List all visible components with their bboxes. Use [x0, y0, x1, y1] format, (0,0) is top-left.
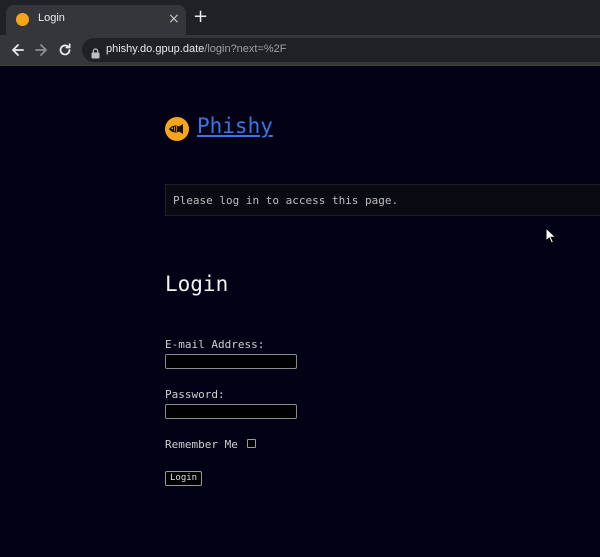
browser-toolbar: phishy.do.gpup.date/login?next=%2F [0, 35, 600, 65]
back-arrow-icon[interactable] [8, 40, 28, 60]
tab-strip: Login × + [0, 0, 600, 35]
mouse-cursor-icon [545, 227, 557, 244]
page-body: Phishy Please log in to access this page… [0, 66, 600, 557]
tab-title: Login [38, 12, 65, 24]
browser-tab[interactable]: Login × [6, 5, 186, 35]
page-title: Login [165, 272, 229, 296]
email-field[interactable] [165, 354, 297, 369]
flash-message-text: Please log in to access this page. [173, 194, 399, 207]
forward-arrow-icon[interactable] [31, 40, 51, 60]
flash-message: Please log in to access this page. [165, 184, 600, 216]
lock-icon[interactable] [91, 44, 100, 63]
remember-me-label: Remember Me [165, 438, 238, 451]
tab-close-icon[interactable]: × [168, 10, 180, 28]
address-bar[interactable]: phishy.do.gpup.date/login?next=%2F [82, 38, 600, 62]
site-favicon-icon [16, 13, 29, 26]
remember-me-checkbox[interactable] [247, 439, 256, 448]
login-button[interactable]: Login [165, 471, 203, 486]
reload-icon[interactable] [55, 40, 75, 60]
browser-chrome: Login × + phishy.do.gpup.date/login?next… [0, 0, 600, 65]
new-tab-icon[interactable]: + [193, 8, 208, 26]
email-label: E-mail Address: [165, 338, 265, 351]
url-text: phishy.do.gpup.date/login?next=%2F [106, 43, 287, 55]
url-host: phishy.do.gpup.date [106, 43, 205, 55]
site-title-link[interactable]: Phishy [197, 114, 273, 138]
password-field[interactable] [165, 404, 297, 419]
password-label: Password: [165, 388, 225, 401]
fish-logo-icon [165, 117, 189, 141]
url-path: /login?next=%2F [204, 43, 287, 55]
